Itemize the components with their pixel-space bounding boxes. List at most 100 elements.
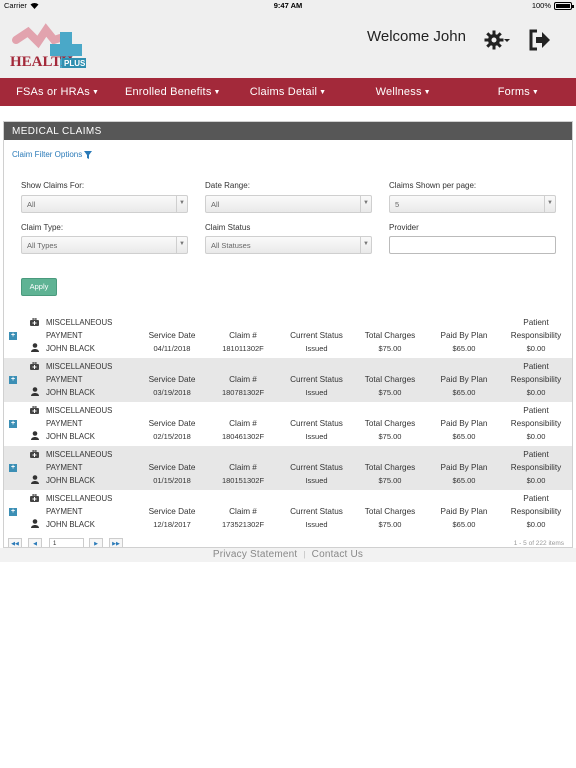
provider-name-line2: PAYMENT [46,463,83,472]
cell-value: $65.00 [452,476,476,485]
column-header: Claim # [229,331,257,340]
status-bar: Carrier 9:47 AM 100% [0,0,576,12]
cell-value: $65.00 [452,344,476,353]
chevron-down-icon: ▼ [360,237,371,253]
first-page-button[interactable]: ◀◀ [8,538,22,547]
cell-value: $0.00 [526,476,546,485]
cell-claim-no: Claim # 180151302F [204,446,282,490]
healthplus-logo[interactable]: HEALTH PLUS [8,20,88,76]
cell-value: 180461302F [221,432,265,441]
table-row[interactable]: + MISCELLANEOUS PAYMENT JOHN BLACK Service … [4,446,572,490]
caret-down-icon: ▼ [531,89,540,96]
claim-status-select[interactable]: All Statuses ▼ [205,236,372,254]
table-row[interactable]: + MISCELLANEOUS PAYMENT JOHN BLACK Service … [4,402,572,446]
column-header: Responsibility [510,463,562,472]
patient-name: JOHN BLACK [46,432,95,441]
column-header: Total Charges [364,419,416,428]
expand-row-icon[interactable]: + [9,508,17,516]
contact-us-link[interactable]: Contact Us [312,549,363,560]
caret-down-icon: ▼ [91,89,100,96]
pager: ◀◀ ◀ 1 ▶ ▶▶ 1 - 5 of 222 items [4,536,572,547]
cell-patient-responsibility: Patient Responsibility $0.00 [498,446,572,490]
column-header: Paid By Plan [440,375,488,384]
caret-down-icon: ▼ [319,89,327,96]
nav-claims-detail[interactable]: Claims Detail ▼ [230,86,345,98]
provider-name-line2: PAYMENT [46,419,83,428]
nav-fsas-hras[interactable]: FSAs or HRAs ▼ [0,86,115,98]
cell-paid: Paid By Plan $65.00 [428,402,500,446]
nav-forms[interactable]: Forms ▼ [461,86,576,98]
expand-row-icon[interactable]: + [9,332,17,340]
next-page-button[interactable]: ▶ [89,538,103,547]
column-header: Responsibility [510,507,562,516]
svg-text:PLUS: PLUS [64,59,86,68]
patient-name: JOHN BLACK [46,344,95,353]
cell-value: $75.00 [378,388,402,397]
nav-wellness[interactable]: Wellness ▼ [346,86,461,98]
cell-service-date: Service Date 01/15/2018 [132,446,212,490]
user-icon [31,431,39,440]
privacy-statement-link[interactable]: Privacy Statement [213,549,298,560]
cell-total: Total Charges $75.00 [354,402,426,446]
battery-icon [554,1,574,10]
cell-value: 01/15/2018 [153,476,191,485]
cell-value: $0.00 [526,520,546,529]
caret-down-icon: ▼ [213,89,221,96]
chevron-down-icon: ▼ [544,196,555,212]
cell-value: Issued [305,432,328,441]
date-range-select[interactable]: All ▼ [205,195,372,213]
cell-patient-responsibility: Patient Responsibility $0.00 [498,358,572,402]
claim-type-select[interactable]: All Types ▼ [21,236,188,254]
cell-paid: Paid By Plan $65.00 [428,314,500,358]
provider-input[interactable] [389,236,556,254]
apply-button[interactable]: Apply [21,278,57,296]
welcome-text: Welcome John [367,28,466,45]
column-header: Responsibility [510,375,562,384]
cell-value: $75.00 [378,344,402,353]
battery-indicator: 100% [532,1,574,10]
provider-name-line2: PAYMENT [46,507,83,516]
logout-icon[interactable] [528,29,552,51]
cell-value: $0.00 [526,432,546,441]
cell-claim-no: Claim # 180461302F [204,402,282,446]
cell-value: $75.00 [378,476,402,485]
column-header: Responsibility [510,419,562,428]
patient-name: JOHN BLACK [46,520,95,529]
select-value: All Types [27,241,58,250]
show-claims-for-select[interactable]: All ▼ [21,195,188,213]
expand-row-icon[interactable]: + [9,376,17,384]
page-input[interactable]: 1 [49,538,84,547]
date-range-label: Date Range: [205,181,250,190]
column-header: Service Date [148,463,196,472]
nav-enrolled-benefits[interactable]: Enrolled Benefits ▼ [115,86,230,98]
cell-patient-responsibility: Patient Responsibility $0.00 [498,402,572,446]
app-header: HEALTH PLUS Welcome John [0,12,576,78]
cell-service-date: Service Date 03/19/2018 [132,358,212,402]
prev-page-button[interactable]: ◀ [28,538,42,547]
column-header: Total Charges [364,331,416,340]
per-page-select[interactable]: 5 ▼ [389,195,556,213]
provider-name-line1: MISCELLANEOUS [46,362,113,371]
table-row[interactable]: + MISCELLANEOUS PAYMENT JOHN BLACK Service … [4,490,572,534]
expand-row-icon[interactable]: + [9,420,17,428]
main-nav: FSAs or HRAs ▼ Enrolled Benefits ▼ Claims … [0,78,576,106]
cell-value: Issued [305,520,328,529]
column-header: Claim # [229,375,257,384]
cell-total: Total Charges $75.00 [354,490,426,534]
user-icon [31,475,39,484]
column-header: Service Date [148,419,196,428]
select-value: All [211,200,220,209]
expand-row-icon[interactable]: + [9,464,17,472]
chevron-down-icon: ▼ [176,237,187,253]
column-header: Paid By Plan [440,331,488,340]
cell-value: $65.00 [452,520,476,529]
claim-filter-options-link[interactable]: Claim Filter Options [12,150,93,159]
cell-total: Total Charges $75.00 [354,446,426,490]
settings-gear-icon[interactable] [484,29,510,51]
nav-label: Forms [497,86,530,98]
table-row[interactable]: + MISCELLANEOUS PAYMENT JOHN BLACK Service … [4,358,572,402]
cell-service-date: Service Date 04/11/2018 [132,314,212,358]
table-row[interactable]: + MISCELLANEOUS PAYMENT JOHN BLACK Service … [4,314,572,358]
column-header: Paid By Plan [440,419,488,428]
last-page-button[interactable]: ▶▶ [109,538,123,547]
